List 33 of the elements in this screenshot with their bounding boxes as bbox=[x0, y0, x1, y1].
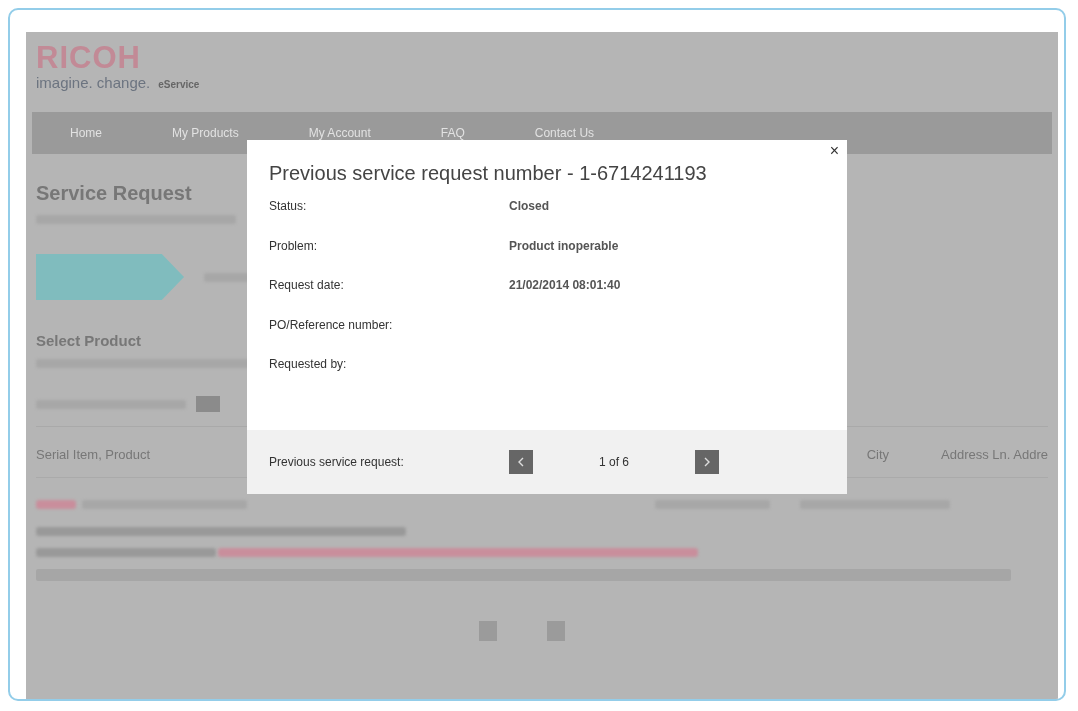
field-label: Problem: bbox=[269, 238, 319, 253]
chevron-right-icon bbox=[704, 457, 710, 467]
page-button[interactable] bbox=[479, 621, 497, 641]
column-header: Serial Item, Product bbox=[36, 447, 151, 464]
field-label: Request date: bbox=[269, 278, 345, 292]
modal-title: Previous service request number - 1-6714241193 bbox=[269, 162, 707, 185]
page-title: Service Request bbox=[36, 182, 193, 205]
column-header: City bbox=[866, 447, 890, 464]
next-button[interactable] bbox=[695, 450, 719, 474]
previous-button[interactable] bbox=[509, 450, 533, 474]
blurred-link[interactable] bbox=[36, 500, 76, 509]
footer-label: Previous service request: bbox=[269, 455, 405, 469]
blurred-link[interactable] bbox=[218, 548, 698, 557]
field-label: Status: bbox=[269, 199, 308, 213]
nav-link[interactable]: Home bbox=[70, 126, 102, 140]
nav-link[interactable]: FAQ bbox=[440, 126, 465, 140]
page-counter: 1 of 6 bbox=[598, 455, 630, 469]
nav-link[interactable]: Contact Us bbox=[534, 126, 595, 140]
column-header: Address Ln. Addre bbox=[941, 447, 1048, 464]
page-button[interactable] bbox=[547, 621, 565, 641]
nav-link[interactable]: My Products bbox=[172, 126, 239, 140]
field-value: 21/02/2014 08:01:40 bbox=[509, 278, 621, 292]
close-button[interactable]: × bbox=[829, 142, 839, 160]
product-name: eService bbox=[158, 79, 200, 90]
nav-link[interactable]: My Account bbox=[308, 126, 371, 140]
field-label: PO/Reference number: bbox=[269, 317, 394, 332]
filter-button[interactable] bbox=[196, 396, 220, 412]
tagline: imagine. change. bbox=[36, 74, 151, 91]
section-title: Select Product bbox=[36, 332, 143, 349]
field-value: Closed bbox=[509, 199, 549, 213]
field-label: Requested by: bbox=[269, 357, 348, 371]
field-value: Product inoperable bbox=[509, 238, 619, 253]
chevron-left-icon bbox=[518, 457, 524, 467]
